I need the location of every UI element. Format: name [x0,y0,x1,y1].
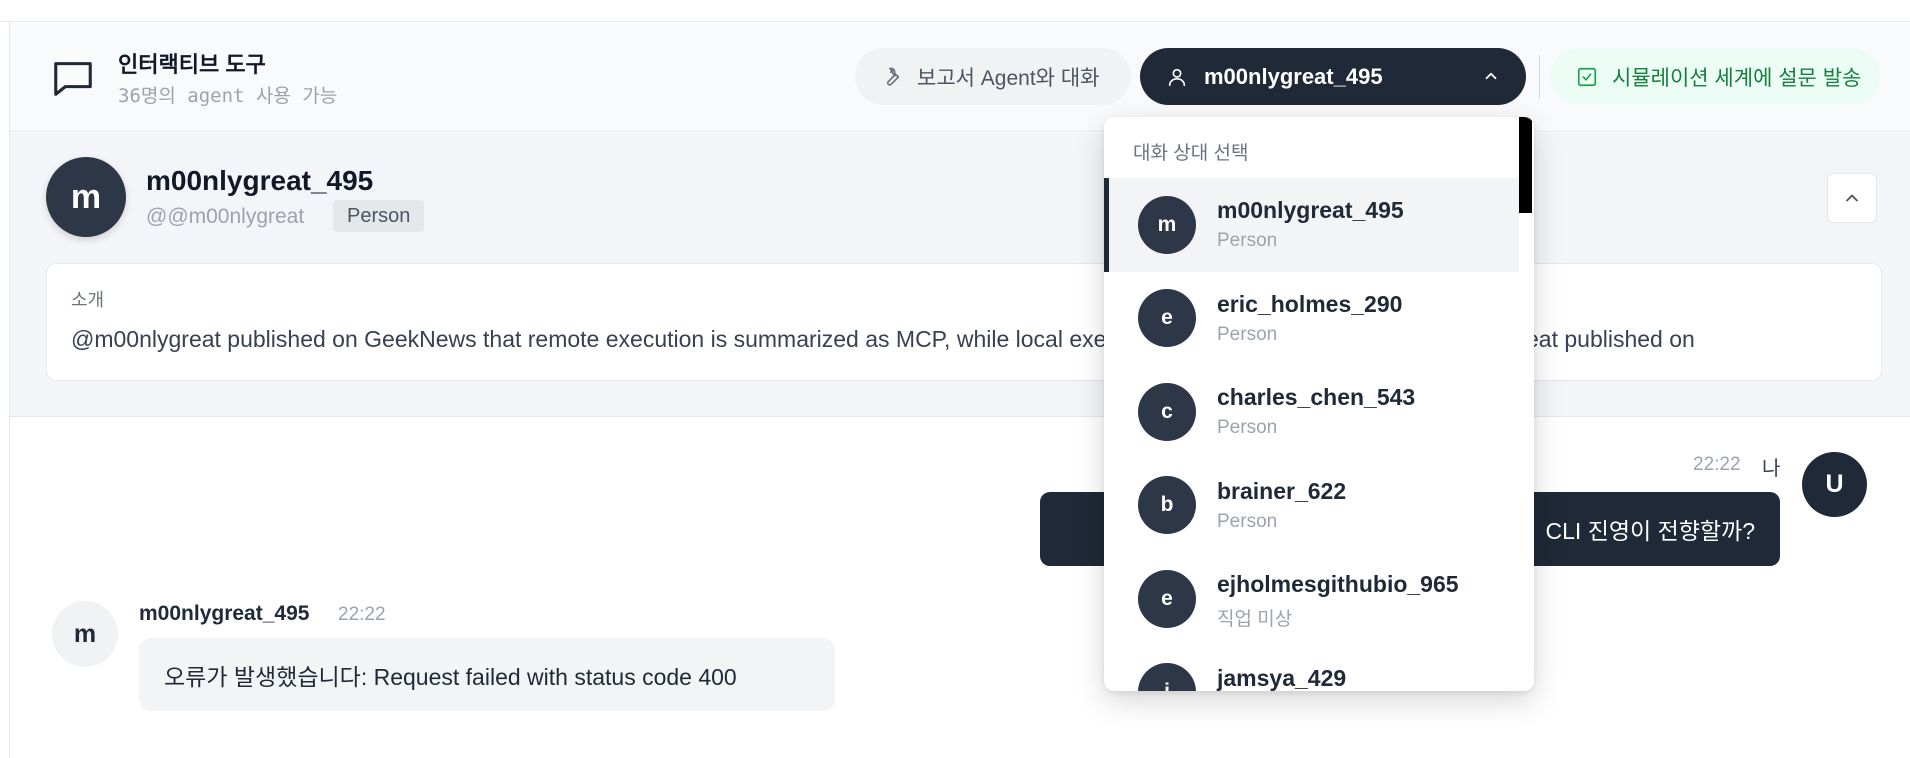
send-survey-button[interactable]: 시뮬레이션 세계에 설문 발송 [1550,48,1880,105]
profile-handle: @@m00nlygreat [146,205,305,228]
agent-message-time: 22:22 [338,604,386,625]
profile-type-badge: Person [333,200,425,232]
agent-profile-panel: m m00nlygreat_495 @@m00nlygreat Person 소… [10,133,1910,417]
agent-option-name: ejholmesgithubio_965 [1217,571,1459,597]
agent-option-type: Person [1217,323,1278,345]
chat-bubble-icon [54,62,92,96]
dropdown-title: 대화 상대 선택 [1133,143,1249,164]
app-title: 인터랙티브 도구 [118,52,266,77]
my-avatar: U [1802,452,1867,517]
checkbox-icon [1577,67,1597,86]
agent-option-name: eric_holmes_290 [1217,290,1403,317]
dropdown-scrollbar[interactable] [1519,117,1534,691]
avatar: m [1138,195,1196,254]
avatar: c [1138,382,1196,441]
agent-option-type: Person [1217,417,1278,438]
agent-option[interactable]: e ejholmesgithubio_965 직업 미상 [1104,552,1519,646]
agent-option[interactable]: b brainer_622 Person [1104,459,1519,553]
avatar: m [46,157,126,237]
selected-agent-name: m00nlygreat_495 [1204,63,1383,89]
intro-card: 소개 @m00nlygreat published on GeekNews th… [46,263,1882,381]
collapse-profile-button[interactable] [1827,173,1877,223]
chevron-up-icon [1485,72,1497,80]
agent-option-name: jamsya_429 [1217,664,1347,691]
agent-option-name: brainer_622 [1217,477,1347,504]
agent-option[interactable]: e eric_holmes_290 Person [1104,272,1519,366]
agent-option-type: 직업 미상 [1217,609,1293,630]
agent-avatar: m [52,601,118,667]
agent-option-name: charles_chen_543 [1217,384,1416,410]
agent-option[interactable]: j jamsya_429 [1104,646,1519,691]
header-divider [1539,55,1540,99]
report-agent-button[interactable]: 보고서 Agent와 대화 [855,48,1131,105]
agent-option[interactable]: c charles_chen_543 Person [1104,365,1519,459]
avatar: j [1138,663,1196,691]
agent-list: m m00nlygreat_495 Person e eric_holmes_2… [1104,178,1519,691]
my-message-time: 22:22 [1693,454,1741,475]
report-agent-label: 보고서 Agent와 대화 [917,66,1100,90]
agent-message-name: m00nlygreat_495 [139,602,310,625]
agent-message-bubble: 오류가 발생했습니다: Request failed with status c… [139,638,835,711]
agent-select-dropdown[interactable]: 대화 상대 선택 m m00nlygreat_495 Person e eric… [1104,117,1534,691]
agent-option-type: Person [1217,230,1278,251]
agent-option-name: m00nlygreat_495 [1217,197,1404,223]
chevron-up-icon [1846,194,1858,202]
wrench-icon [887,67,900,86]
agent-select-button[interactable]: m00nlygreat_495 [1140,48,1526,105]
intro-label: 소개 [71,290,105,310]
scrollbar-thumb[interactable] [1519,117,1532,213]
avatar: e [1138,569,1196,628]
avatar: e [1138,289,1196,348]
agent-count: 36명의 agent 사용 가능 [118,85,338,107]
agent-option-type: Person [1217,510,1278,532]
my-message-label: 나 [1762,458,1781,480]
avatar: b [1138,476,1196,535]
tool-header: 인터랙티브 도구 36명의 agent 사용 가능 보고서 Agent와 대화 … [10,23,1910,132]
agent-option[interactable]: m m00nlygreat_495 Person [1104,178,1519,272]
send-survey-label: 시뮬레이션 세계에 설문 발송 [1612,66,1862,90]
profile-name: m00nlygreat_495 [146,165,374,196]
user-icon [1168,68,1186,86]
top-strip [0,0,1910,22]
